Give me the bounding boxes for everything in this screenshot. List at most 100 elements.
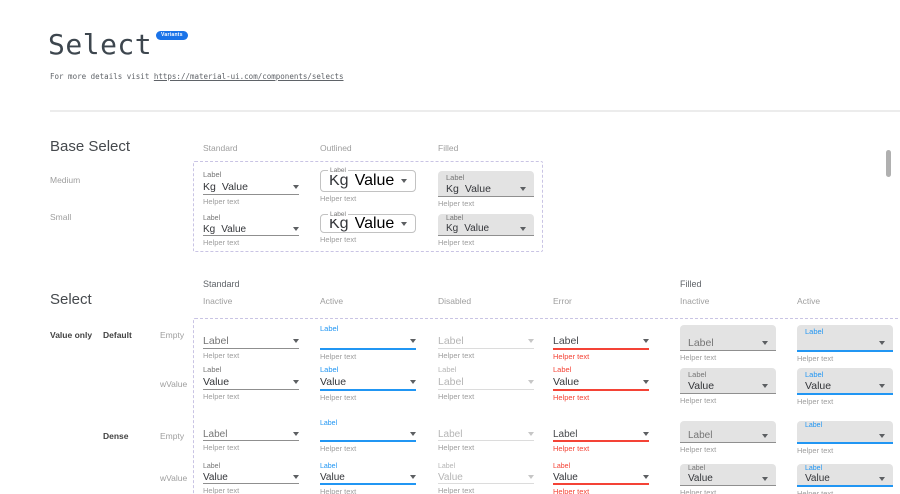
base-select-outlined-small[interactable]: Label KgValue Helper text <box>320 212 416 244</box>
select-standard-inactive-empty[interactable]: Label Helper text <box>203 324 299 360</box>
select-standard-disabled-empty[interactable]: Label Helper text <box>438 324 534 360</box>
helper-text: Helper text <box>438 393 534 401</box>
helper-text: Helper text <box>203 393 299 401</box>
field-label <box>438 419 534 428</box>
helper-text: Helper text <box>438 200 534 208</box>
dropdown-arrow-icon <box>293 432 299 436</box>
select-dense-standard-error-empty[interactable]: Label Helper text <box>553 419 649 453</box>
field-value: Value <box>355 215 397 233</box>
page-title: Select <box>48 28 152 61</box>
select-standard-error-wvalue[interactable]: Label Value Helper text <box>553 365 649 402</box>
field-label: Label <box>438 462 534 471</box>
field-underline <box>203 389 299 390</box>
base-select-outlined-medium[interactable]: Label KgValue Helper text <box>320 167 416 203</box>
field-label: Label <box>805 465 885 473</box>
filled-field-box: Label <box>797 421 893 444</box>
dropdown-arrow-icon <box>528 432 534 436</box>
field-label: Label <box>688 370 768 379</box>
field-label: Label <box>446 173 526 182</box>
select-dense-standard-inactive-wvalue[interactable]: Label Value Helper text <box>203 462 299 494</box>
column-header-std-disabled: Disabled <box>438 296 471 306</box>
helper-text: Helper text <box>680 397 776 405</box>
field-value: Value <box>203 376 289 388</box>
select-dense-filled-active-wvalue[interactable]: Label Value Helper text <box>797 464 893 494</box>
dropdown-arrow-icon <box>528 475 534 479</box>
select-standard-error-empty[interactable]: Label Helper text <box>553 324 649 361</box>
header-divider <box>50 110 900 112</box>
vertical-scrollbar-thumb[interactable] <box>886 150 891 177</box>
select-standard-inactive-wvalue[interactable]: Label Value Helper text <box>203 365 299 401</box>
helper-text: Helper text <box>797 447 893 455</box>
helper-text: Helper text <box>320 488 416 494</box>
group-header-filled: Filled <box>680 279 702 289</box>
field-placeholder: Label <box>203 429 289 440</box>
field-value: Value <box>320 472 406 483</box>
row-group-dense: Dense <box>103 431 129 441</box>
field-value: Label <box>438 376 524 388</box>
column-header-std-error: Error <box>553 296 572 306</box>
row-label-small: Small <box>50 212 71 222</box>
select-filled-inactive-wvalue[interactable]: Label Value Helper text <box>680 368 776 405</box>
field-value: Value <box>222 181 289 193</box>
helper-text: Helper text <box>553 353 649 361</box>
field-value: Value <box>465 183 516 195</box>
field-adornment: Kg <box>203 181 216 193</box>
column-header-std-active: Active <box>320 296 343 306</box>
field-label: Label <box>805 327 885 336</box>
select-dense-standard-disabled-empty[interactable]: Label Helper text <box>438 419 534 452</box>
dropdown-arrow-icon <box>410 380 416 384</box>
field-label: Label <box>553 462 649 471</box>
column-header-filled-inactive: Inactive <box>680 296 709 306</box>
column-header-std-inactive: Inactive <box>203 296 232 306</box>
base-select-filled-medium[interactable]: Label KgValue Helper text <box>438 171 534 208</box>
select-filled-active-empty[interactable]: Label Helper text <box>797 325 893 363</box>
select-standard-active-empty[interactable]: Label Helper text <box>320 324 416 361</box>
select-dense-standard-active-empty[interactable]: Label Helper text <box>320 419 416 453</box>
select-standard-disabled-wvalue[interactable]: Label Label Helper text <box>438 365 534 401</box>
helper-text: Helper text <box>438 239 534 247</box>
select-filled-active-wvalue[interactable]: Label Value Helper text <box>797 368 893 406</box>
select-dense-filled-inactive-empty[interactable]: Label Helper text <box>680 421 776 454</box>
helper-text: Helper text <box>438 487 534 494</box>
helper-text: Helper text <box>797 490 893 494</box>
helper-text: Helper text <box>203 444 299 452</box>
select-dense-standard-disabled-wvalue[interactable]: Label Value Helper text <box>438 462 534 494</box>
field-label: Label <box>203 214 299 223</box>
intro-prefix: For more details visit <box>50 72 154 81</box>
field-label <box>553 419 649 428</box>
select-dense-filled-inactive-wvalue[interactable]: Label Value Helper text <box>680 464 776 494</box>
dropdown-arrow-icon <box>520 227 526 231</box>
helper-text: Helper text <box>680 354 776 362</box>
base-select-filled-small[interactable]: Label KgValue Helper text <box>438 214 534 247</box>
dropdown-arrow-icon <box>293 380 299 384</box>
field-label: Label <box>203 365 299 375</box>
column-header-standard: Standard <box>203 143 238 153</box>
dropdown-arrow-icon <box>762 341 768 345</box>
filled-field-box: Label Value <box>797 464 893 487</box>
filled-field-box: Label Value <box>797 368 893 395</box>
select-dense-filled-active-empty[interactable]: Label Helper text <box>797 421 893 455</box>
base-select-standard-medium[interactable]: Label KgValue Helper text <box>203 170 299 206</box>
select-dense-standard-inactive-empty[interactable]: Label Helper text <box>203 419 299 452</box>
dropdown-arrow-icon <box>401 179 407 183</box>
field-label: Label <box>320 419 416 428</box>
helper-text: Helper text <box>320 394 416 402</box>
select-filled-inactive-empty[interactable]: Label Helper text <box>680 325 776 362</box>
dropdown-arrow-icon <box>410 432 416 436</box>
field-label <box>203 324 299 334</box>
dropdown-arrow-icon <box>762 477 768 481</box>
select-dense-standard-error-wvalue[interactable]: Label Value Helper text <box>553 462 649 494</box>
base-select-standard-small[interactable]: Label KgValue Helper text <box>203 214 299 247</box>
field-adornment: Kg <box>203 224 215 235</box>
dropdown-arrow-icon <box>762 384 768 388</box>
field-label <box>553 324 649 334</box>
field-placeholder: Label <box>438 335 524 347</box>
material-ui-link[interactable]: https://material-ui.com/components/selec… <box>154 72 344 81</box>
helper-text: Helper text <box>320 195 416 203</box>
outlined-field-box: Label KgValue <box>320 214 416 233</box>
select-dense-standard-active-wvalue[interactable]: Label Value Helper text <box>320 462 416 494</box>
select-standard-active-wvalue[interactable]: Label Value Helper text <box>320 365 416 402</box>
field-label: Label <box>328 211 348 219</box>
dropdown-arrow-icon <box>401 222 407 226</box>
field-label: Label <box>203 462 299 471</box>
